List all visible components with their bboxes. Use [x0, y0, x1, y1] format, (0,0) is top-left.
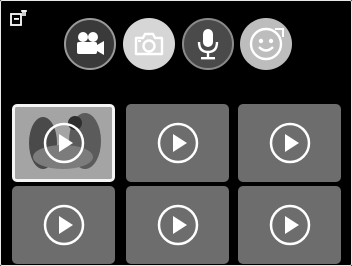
- gallery-item[interactable]: [12, 186, 115, 264]
- smiley-face-icon: [249, 27, 284, 61]
- gallery-item[interactable]: [126, 186, 229, 264]
- gallery-item[interactable]: [238, 186, 341, 264]
- gallery-item[interactable]: [12, 104, 115, 182]
- video-mode-button[interactable]: [64, 18, 116, 70]
- photo-mode-button[interactable]: [123, 18, 175, 70]
- play-icon: [43, 122, 84, 164]
- face-mode-button[interactable]: [240, 18, 292, 70]
- play-icon: [269, 122, 310, 164]
- play-icon: [157, 204, 198, 246]
- camera-icon: [134, 32, 164, 56]
- video-camera-icon: [77, 32, 104, 55]
- play-icon: [269, 204, 310, 246]
- play-icon: [43, 204, 84, 246]
- gallery-item[interactable]: [238, 104, 341, 182]
- gallery-settings-icon[interactable]: [10, 10, 28, 26]
- play-icon: [157, 122, 198, 164]
- microphone-icon: [197, 29, 219, 60]
- audio-mode-button[interactable]: [182, 18, 234, 70]
- gallery-item[interactable]: [126, 104, 229, 182]
